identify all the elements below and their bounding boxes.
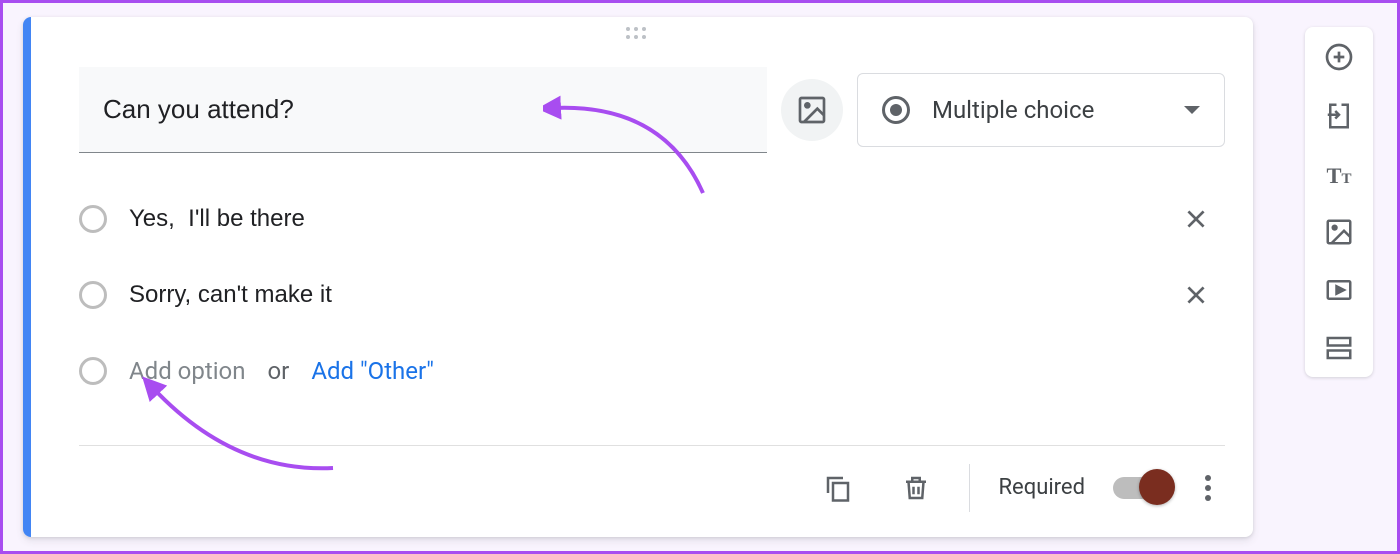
question-footer: Required xyxy=(79,445,1225,529)
add-option-row: Add option or Add "Other" xyxy=(79,345,1225,397)
required-label: Required xyxy=(998,475,1085,500)
radio-preview-icon xyxy=(79,205,107,233)
drag-handle-icon[interactable] xyxy=(626,27,650,43)
dot-icon xyxy=(1205,495,1211,501)
add-image-block-button[interactable] xyxy=(1324,217,1354,247)
radio-preview-icon xyxy=(79,357,107,385)
question-card: Multiple choice Add option xyxy=(23,17,1253,537)
close-icon xyxy=(1183,282,1209,308)
plus-circle-icon xyxy=(1323,41,1355,73)
add-title-button[interactable]: TT xyxy=(1324,159,1354,189)
more-options-button[interactable] xyxy=(1197,467,1219,509)
caret-down-icon xyxy=(1184,106,1200,114)
option-row xyxy=(79,269,1225,321)
radio-icon xyxy=(882,96,910,124)
duplicate-button[interactable] xyxy=(813,463,863,513)
svg-text:T: T xyxy=(1327,163,1342,188)
side-toolbar: TT xyxy=(1305,27,1373,377)
question-type-label: Multiple choice xyxy=(932,96,1162,124)
delete-button[interactable] xyxy=(891,463,941,513)
image-icon xyxy=(796,94,828,126)
svg-text:T: T xyxy=(1342,171,1352,187)
image-icon xyxy=(1324,217,1354,247)
radio-preview-icon xyxy=(79,281,107,309)
add-image-button[interactable] xyxy=(781,79,843,141)
import-questions-button[interactable] xyxy=(1324,101,1354,131)
remove-option-button[interactable] xyxy=(1175,274,1217,316)
option-input[interactable] xyxy=(129,281,1153,309)
copy-icon xyxy=(823,473,853,503)
section-icon xyxy=(1324,333,1354,363)
option-row xyxy=(79,193,1225,245)
video-icon xyxy=(1324,275,1354,305)
text-icon: TT xyxy=(1324,159,1354,189)
dot-icon xyxy=(1205,475,1211,481)
close-icon xyxy=(1183,206,1209,232)
dot-icon xyxy=(1205,485,1211,491)
option-input[interactable] xyxy=(129,205,1153,233)
question-type-select[interactable]: Multiple choice xyxy=(857,73,1225,147)
add-question-button[interactable] xyxy=(1323,41,1355,73)
question-title-input[interactable] xyxy=(79,67,767,153)
or-text: or xyxy=(267,357,289,385)
options-list: Add option or Add "Other" xyxy=(79,193,1225,397)
add-section-button[interactable] xyxy=(1324,333,1354,363)
required-toggle[interactable] xyxy=(1113,477,1169,499)
import-icon xyxy=(1324,101,1354,131)
add-video-button[interactable] xyxy=(1324,275,1354,305)
add-option-button[interactable]: Add option xyxy=(129,357,245,385)
add-other-button[interactable]: Add "Other" xyxy=(311,357,434,385)
trash-icon xyxy=(901,473,931,503)
divider xyxy=(969,464,970,512)
remove-option-button[interactable] xyxy=(1175,198,1217,240)
